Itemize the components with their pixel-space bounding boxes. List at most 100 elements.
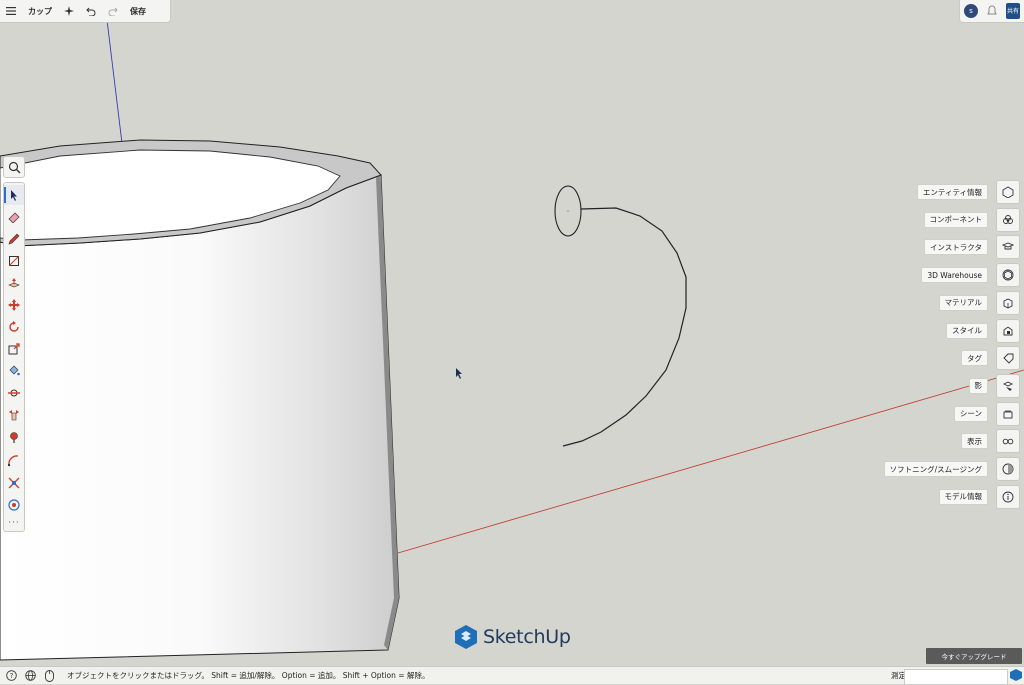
panel-button-1[interactable]: [996, 207, 1020, 232]
model-info-icon: [1002, 491, 1014, 503]
hamburger-icon: [6, 7, 16, 15]
undo-button[interactable]: [80, 0, 102, 22]
top-toolbar: カップ 保存: [0, 0, 171, 23]
panel-button-9[interactable]: [996, 429, 1020, 454]
panel-label-8[interactable]: シーン: [953, 405, 988, 422]
panel-label-4[interactable]: マテリアル: [938, 294, 988, 311]
rotate-icon: [9, 321, 19, 332]
select-arrow-icon: [11, 189, 17, 201]
display-icon: [1002, 439, 1014, 445]
panel-button-8[interactable]: [996, 401, 1020, 426]
panel-button-0[interactable]: [996, 180, 1020, 204]
help-button[interactable]: ?: [3, 668, 19, 684]
line-tool[interactable]: [4, 229, 24, 249]
search-icon: [8, 161, 20, 173]
mouse-cursor: [456, 368, 462, 379]
rotate-tool[interactable]: [4, 317, 24, 337]
panel-label-9[interactable]: 表示: [961, 433, 988, 450]
tags-icon: [1003, 353, 1014, 364]
panel-label-0[interactable]: エンティティ情報: [916, 184, 988, 200]
zoom-tool[interactable]: [4, 427, 24, 447]
materials-icon: [1003, 298, 1013, 309]
sparkle-icon: [64, 6, 74, 16]
panel-label-11[interactable]: モデル情報: [938, 488, 988, 505]
undo-icon: [86, 7, 96, 16]
orbit-tool[interactable]: [4, 405, 24, 425]
panel-label-3[interactable]: 3D Warehouse: [921, 267, 988, 284]
cup-body[interactable]: [0, 174, 400, 661]
ai-assist-button[interactable]: [58, 0, 80, 22]
panel-label-10[interactable]: ソフトニング/スムージング: [883, 461, 988, 477]
panel-button-2[interactable]: [996, 235, 1020, 260]
more-icon: ···: [8, 518, 20, 528]
left-tool-palette: ···: [3, 182, 25, 532]
push-pull-icon: [8, 278, 20, 288]
offset-icon: [8, 499, 20, 511]
instructor-icon: [1002, 242, 1014, 250]
entity-info-icon: [1002, 186, 1014, 198]
redo-icon: [108, 7, 118, 16]
handle-path[interactable]: [562, 207, 687, 447]
sketchup-logo: SketchUp: [455, 624, 571, 650]
menu-button[interactable]: [0, 0, 22, 22]
model-name[interactable]: カップ: [22, 0, 58, 22]
panel-button-5[interactable]: [996, 318, 1020, 343]
move-icon: [8, 299, 20, 311]
mouse-icon: [44, 669, 54, 682]
offset-tool[interactable]: [4, 495, 24, 515]
tape-measure-tool[interactable]: [4, 383, 24, 403]
panel-button-11[interactable]: [996, 484, 1020, 509]
follow-me-tool[interactable]: [4, 473, 24, 493]
arc-icon: [8, 455, 19, 467]
shadows-icon: [1002, 381, 1014, 391]
panel-button-10[interactable]: [996, 457, 1020, 481]
more-tools-button[interactable]: ···: [4, 513, 24, 533]
warehouse-icon: [1002, 269, 1014, 281]
mouse-hint-button[interactable]: [41, 668, 57, 684]
share-button[interactable]: 共有: [1006, 3, 1020, 19]
upgrade-button[interactable]: 今すぐアップグレード: [926, 648, 1022, 664]
sketchup-small-icon: [1010, 669, 1022, 681]
arc-tool[interactable]: [4, 451, 24, 471]
select-tool[interactable]: [4, 185, 24, 205]
push-pull-tool[interactable]: [4, 273, 24, 293]
move-tool[interactable]: [4, 295, 24, 315]
scale-tool[interactable]: [4, 339, 24, 359]
notification-icon[interactable]: [986, 5, 998, 17]
rectangle-tool[interactable]: [4, 251, 24, 271]
sketchup-logo-icon: [455, 625, 477, 649]
components-icon: [1003, 214, 1013, 224]
panel-button-6[interactable]: [996, 346, 1020, 371]
zoom-icon: [10, 432, 18, 443]
styles-icon: [1003, 325, 1013, 335]
orbit-icon: [9, 410, 19, 421]
panel-label-6[interactable]: タグ: [961, 350, 988, 367]
status-bar: ? オブジェクトをクリックまたはドラッグ。 Shift = 追加/解除。 Opt…: [0, 666, 1024, 685]
geo-location-button[interactable]: [22, 668, 38, 684]
panel-button-4[interactable]: [996, 290, 1020, 315]
status-message: オブジェクトをクリックまたはドラッグ。 Shift = 追加/解除。 Optio…: [67, 671, 430, 680]
panel-label-7[interactable]: 影: [968, 377, 988, 394]
panel-button-7[interactable]: [996, 373, 1020, 398]
eraser-tool[interactable]: [4, 207, 24, 227]
globe-icon: [24, 670, 36, 681]
modeling-viewport[interactable]: [0, 0, 1024, 683]
paint-bucket-tool[interactable]: [4, 361, 24, 381]
panel-label-5[interactable]: スタイル: [946, 322, 988, 339]
scenes-icon: [1003, 410, 1013, 419]
svg-text:?: ?: [9, 672, 13, 680]
save-button[interactable]: 保存: [124, 0, 152, 22]
redo-button[interactable]: [102, 0, 124, 22]
rectangle-icon: [9, 256, 19, 266]
search-tool-button[interactable]: [3, 156, 25, 178]
pencil-icon: [8, 233, 20, 245]
panel-label-1[interactable]: コンポーネント: [923, 211, 988, 228]
top-right-bar: s 共有: [959, 0, 1024, 23]
soften-icon: [1002, 463, 1014, 475]
logo-text: SketchUp: [483, 626, 571, 648]
help-icon: ?: [5, 670, 17, 681]
avatar[interactable]: s: [964, 4, 978, 18]
panel-button-3[interactable]: [996, 263, 1020, 288]
panel-label-2[interactable]: インストラクタ: [923, 239, 988, 256]
paint-bucket-icon: [9, 365, 20, 376]
